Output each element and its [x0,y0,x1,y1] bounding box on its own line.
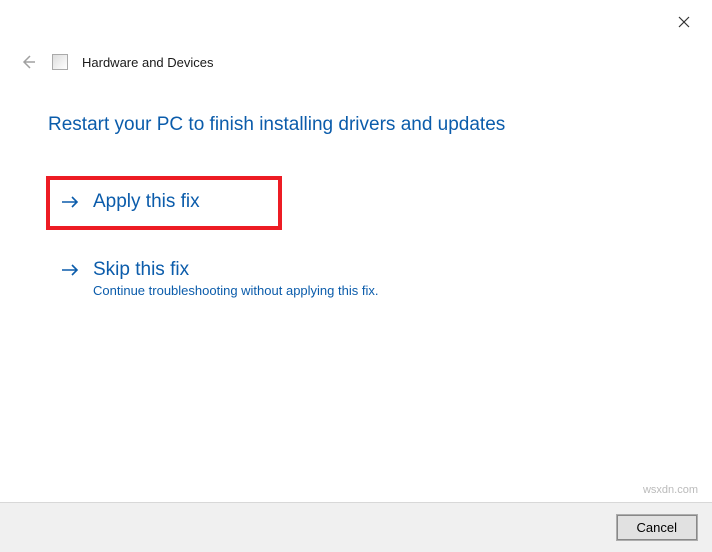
page-heading: Restart your PC to finish installing dri… [48,114,505,136]
skip-fix-text: Skip this fix Continue troubleshooting w… [93,259,378,298]
troubleshooter-icon [52,54,68,70]
apply-fix-option[interactable]: Apply this fix [48,178,280,228]
back-arrow-icon [20,54,36,70]
back-button[interactable] [18,52,38,72]
cancel-button[interactable]: Cancel [616,514,698,541]
arrow-right-icon [61,263,79,277]
skip-fix-option[interactable]: Skip this fix Continue troubleshooting w… [48,248,694,309]
close-button[interactable] [674,12,694,32]
options-list: Apply this fix Skip this fix Continue tr… [48,178,694,309]
skip-fix-title: Skip this fix [93,259,378,281]
apply-fix-title: Apply this fix [93,191,200,213]
header: Hardware and Devices [18,52,214,72]
skip-fix-subtitle: Continue troubleshooting without applyin… [93,283,378,298]
footer: Cancel [0,502,712,552]
header-title: Hardware and Devices [82,55,214,70]
watermark: wsxdn.com [643,484,698,496]
close-icon [678,16,690,28]
apply-fix-text: Apply this fix [93,191,200,213]
arrow-right-icon [61,195,79,209]
